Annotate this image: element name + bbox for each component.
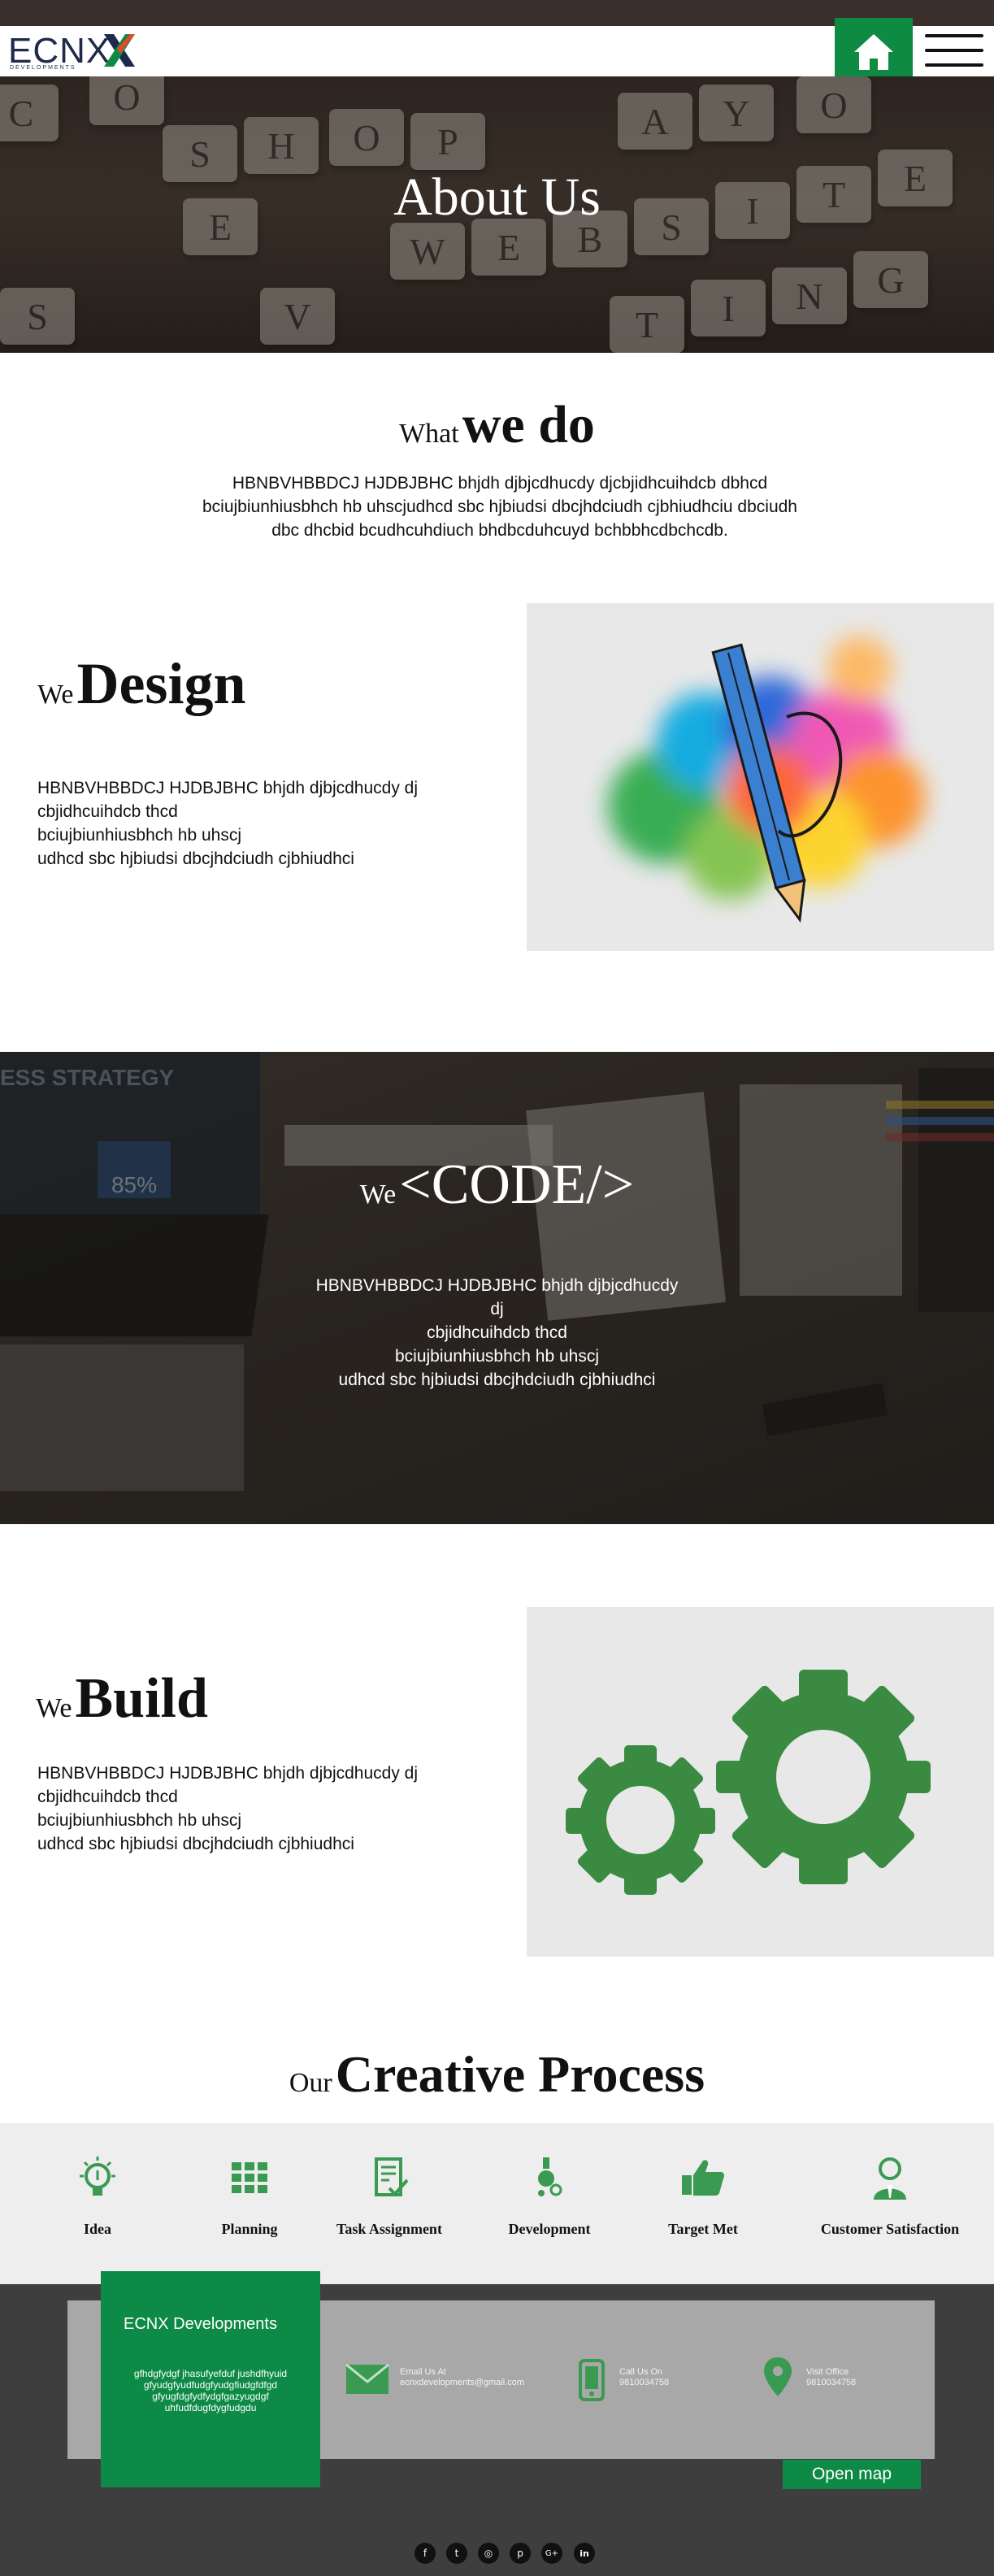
heading-small-word: We [36,1693,72,1723]
logo-x-mark-icon [104,34,135,67]
heading-small-word: We [359,1179,397,1210]
code-text-line: HBNBVHBBDCJ HJDBJBHC bhjdh djbjcdhucdy d… [315,1276,679,1318]
process-steps-bar: Idea Planning Task Assignment Developmen… [0,2123,994,2284]
linkedin-icon[interactable]: in [574,2543,595,2564]
process-step-label: Customer Satisfaction [820,2221,960,2237]
email-contact[interactable]: Email Us At ecnxdevelopments@gmail.com [400,2367,524,2388]
call-contact[interactable]: Call Us On 9810034758 [619,2367,669,2388]
code-text-line: udhcd sbc hjbiudsi dbcjhdciudh cjbhiudhc… [338,1371,656,1389]
process-step-label: Planning [221,2221,278,2237]
instagram-icon[interactable]: ◎ [478,2543,499,2564]
process-step-label: Task Assignment [336,2221,442,2237]
twitter-icon[interactable]: t [446,2543,467,2564]
grid-icon [232,2162,267,2193]
google-plus-icon[interactable]: G+ [541,2543,562,2564]
heading-small-word: What [399,419,459,449]
visit-label: Visit Office [806,2367,849,2377]
heading-big-word: we do [462,395,595,454]
heading-small-word: We [37,680,74,710]
heading-big-word: Build [75,1667,208,1730]
design-text-line: bciujbiunhiusbhch hb uhscj [37,826,242,845]
thumbs-up-icon [682,2160,724,2196]
code-text-line: bciujbiunhiusbhch hb uhscj [394,1347,599,1366]
heading-big-word: Creative Process [335,2045,705,2103]
design-text-line: cbjidhcuihdcb thcd [37,802,178,821]
code-text-line: cbjidhcuihdcb thcd [427,1323,567,1342]
company-about: gfhdgfydgf jhasufyefduf jushdfhyuid gfyu… [120,2368,301,2413]
email-label: Email Us At [400,2367,446,2377]
page-title: About Us [393,167,601,227]
heading-big-word: <CODE/> [399,1153,635,1216]
email-icon[interactable] [345,2364,389,2395]
pinterest-icon[interactable]: p [510,2543,531,2564]
build-text-line: bciujbiunhiusbhch hb uhscj [37,1811,242,1830]
heading-small-word: Our [289,2068,332,2098]
design-illustration [527,603,994,951]
gear-large-icon [716,1670,931,1884]
process-step-label: Target Met [668,2221,738,2237]
design-heading: We Design [37,650,246,718]
what-we-do-heading: What we do [0,394,994,456]
company-about-line: uhfudfdugfdygfudgdu [164,2402,257,2413]
location-pin-icon[interactable] [762,2356,793,2398]
build-text-line: udhcd sbc hjbiudsi dbcjhdciudh cjbhiudhc… [37,1835,354,1853]
call-label: Call Us On [619,2367,663,2377]
customer-icon [874,2157,906,2200]
call-value: 9810034758 [619,2378,670,2387]
hamburger-menu-icon[interactable] [925,33,983,68]
phone-icon[interactable] [579,2359,605,2401]
home-icon [854,34,893,70]
design-text-line: HBNBVHBBDCJ HJDBJBHC bhjdh djbjcdhucdy d… [37,779,419,797]
company-about-line: gfhdgfydgf jhasufyefduf jushdfhyuid [133,2368,288,2379]
build-heading: We Build [36,1666,208,1731]
facebook-icon[interactable]: f [415,2543,436,2564]
email-value: ecnxdevelopments@gmail.com [400,2378,525,2387]
visit-value: 9810034758 [806,2378,857,2387]
code-heading: We <CODE/> [0,1153,994,1218]
creative-process-heading: Our Creative Process [0,2044,994,2105]
design-text-line: udhcd sbc hjbiudsi dbcjhdciudh cjbhiudhc… [37,849,354,868]
process-step-label: Idea [83,2221,111,2237]
design-text: HBNBVHBBDCJ HJDBJBHC bhjdh djbjcdhucdy d… [37,776,493,871]
build-text-line: cbjidhcuihdcb thcd [37,1788,178,1806]
gears-illustration [527,1607,994,1957]
checklist-icon [375,2157,409,2196]
what-we-do-text: HBNBVHBBDCJ HJDBJBHC bhjdh djbjcdhucdy d… [202,474,797,540]
build-text-line: HBNBVHBBDCJ HJDBJBHC bhjdh djbjcdhucdy d… [37,1764,419,1783]
open-map-button[interactable]: Open map [783,2460,921,2489]
flask-icon [538,2157,562,2196]
company-name: ECNX Developments [124,2315,277,2333]
lightbulb-icon [80,2157,115,2196]
company-about-line: gfyudgfyudfudgfyudgfiudgfdfgd [143,2379,278,2391]
process-step-label: Development [508,2221,591,2237]
company-about-line: gfyugfdgfydfydgfgazyugdgf [152,2391,269,2402]
gear-small-icon [566,1745,715,1895]
logo-subtitle: DEVELOPMENTS [10,65,76,71]
build-text: HBNBVHBBDCJ HJDBJBHC bhjdh djbjcdhucdy d… [37,1761,493,1856]
visit-contact[interactable]: Visit Office 9810034758 [806,2367,856,2388]
code-text: HBNBVHBBDCJ HJDBJBHC bhjdh djbjcdhucdy d… [309,1274,685,1392]
heading-big-word: Design [76,651,246,716]
